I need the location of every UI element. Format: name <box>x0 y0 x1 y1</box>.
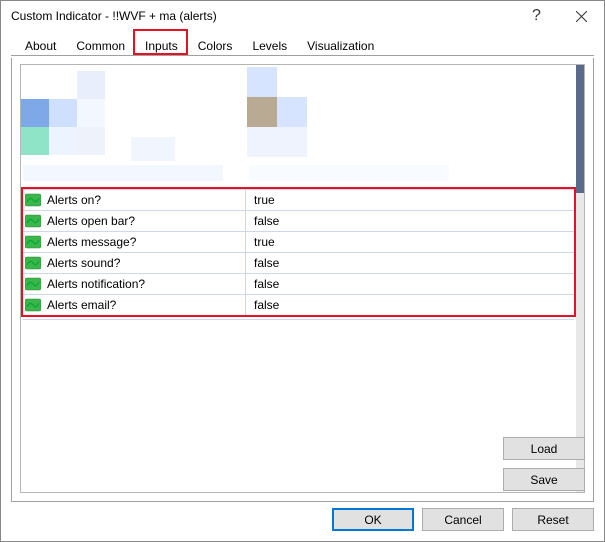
param-row[interactable]: Alerts open bar? false <box>23 210 574 231</box>
tab-label: Levels <box>252 39 287 53</box>
param-label: Alerts message? <box>45 235 245 249</box>
side-buttons: Load Save <box>503 437 585 491</box>
ok-button[interactable]: OK <box>332 508 414 531</box>
pixel-block <box>249 165 449 181</box>
pixel-block <box>77 71 105 99</box>
param-rows-highlight: Alerts on? true Alerts open bar? false A… <box>21 187 576 317</box>
button-label: OK <box>364 513 381 527</box>
tab-levels[interactable]: Levels <box>242 35 297 56</box>
param-label: Alerts notification? <box>45 277 245 291</box>
pixel-block <box>77 127 105 155</box>
param-value[interactable]: true <box>246 235 574 249</box>
reset-button[interactable]: Reset <box>512 508 594 531</box>
tab-label: Common <box>76 39 125 53</box>
pixel-block <box>21 99 49 127</box>
bool-icon <box>25 297 41 313</box>
pixel-block <box>277 127 307 157</box>
tab-label: Inputs <box>145 39 178 53</box>
window-title: Custom Indicator - !!WVF + ma (alerts) <box>11 9 514 23</box>
pixel-block <box>247 67 277 97</box>
bool-icon <box>25 234 41 250</box>
titlebar: Custom Indicator - !!WVF + ma (alerts) ? <box>1 1 604 31</box>
param-grid: Alerts on? true Alerts open bar? false A… <box>20 64 585 493</box>
bool-icon <box>25 213 41 229</box>
close-button[interactable] <box>559 1 604 31</box>
param-label: Alerts open bar? <box>45 214 245 228</box>
dialog-button-bar: OK Cancel Reset <box>1 508 604 541</box>
tab-label: Visualization <box>307 39 374 53</box>
grid-scrollbar[interactable] <box>576 65 584 492</box>
pixel-block <box>23 165 223 181</box>
tab-label: Colors <box>198 39 233 53</box>
close-icon <box>576 11 587 22</box>
param-value[interactable]: false <box>246 298 574 312</box>
param-label: Alerts email? <box>45 298 245 312</box>
button-label: Save <box>530 473 557 487</box>
bool-icon <box>25 255 41 271</box>
param-label: Alerts on? <box>45 193 245 207</box>
param-label: Alerts sound? <box>45 256 245 270</box>
tab-strip: About Common Inputs Colors Levels Visual… <box>1 31 604 55</box>
param-value[interactable]: false <box>246 256 574 270</box>
param-row[interactable]: Alerts notification? false <box>23 273 574 294</box>
pixel-block <box>49 99 77 127</box>
param-value[interactable]: false <box>246 277 574 291</box>
pixel-block <box>247 97 277 127</box>
param-row[interactable]: Alerts message? true <box>23 231 574 252</box>
button-label: Load <box>531 442 558 456</box>
tab-visualization[interactable]: Visualization <box>297 35 384 56</box>
pixel-block <box>277 97 307 127</box>
button-label: Reset <box>537 513 568 527</box>
tab-about[interactable]: About <box>15 35 66 56</box>
pixel-block <box>49 127 77 155</box>
tab-common[interactable]: Common <box>66 35 135 56</box>
tab-colors[interactable]: Colors <box>188 35 243 56</box>
help-button[interactable]: ? <box>514 1 559 31</box>
pixel-block <box>21 127 49 155</box>
param-grid-viewport: Alerts on? true Alerts open bar? false A… <box>21 65 576 492</box>
tab-content: Alerts on? true Alerts open bar? false A… <box>11 58 594 502</box>
pixel-block <box>77 99 105 127</box>
param-row[interactable]: Alerts email? false <box>23 294 574 315</box>
param-row[interactable]: Alerts on? true <box>23 189 574 210</box>
param-value[interactable]: true <box>246 193 574 207</box>
bool-icon <box>25 192 41 208</box>
save-button[interactable]: Save <box>503 468 585 491</box>
pixel-decor-area <box>21 65 576 185</box>
load-button[interactable]: Load <box>503 437 585 460</box>
scrollbar-thumb[interactable] <box>576 65 584 193</box>
pixel-block <box>131 137 175 161</box>
cancel-button[interactable]: Cancel <box>422 508 504 531</box>
pixel-block <box>247 127 277 157</box>
dialog-window: Custom Indicator - !!WVF + ma (alerts) ?… <box>0 0 605 542</box>
tab-label: About <box>25 39 56 53</box>
bool-icon <box>25 276 41 292</box>
row-bottom-border <box>23 319 574 320</box>
button-label: Cancel <box>444 513 481 527</box>
tab-inputs[interactable]: Inputs <box>135 35 188 56</box>
param-value[interactable]: false <box>246 214 574 228</box>
param-row[interactable]: Alerts sound? false <box>23 252 574 273</box>
